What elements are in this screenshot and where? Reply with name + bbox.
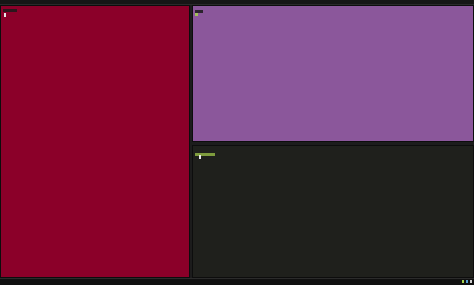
status-chip-3 — [470, 280, 472, 283]
status-right — [462, 280, 472, 283]
pane-left-header — [3, 9, 17, 12]
terminal-pane-bottom-right[interactable] — [192, 145, 474, 278]
terminal-cursor — [4, 13, 6, 17]
pane-tr-indicator — [195, 13, 198, 16]
terminal-pane-top-right[interactable] — [192, 5, 474, 142]
terminal-pane-left[interactable] — [0, 5, 190, 278]
prompt-path-line — [195, 153, 215, 156]
status-chip-1 — [462, 280, 464, 283]
terminal-cursor — [199, 155, 201, 159]
status-chip-2 — [466, 280, 468, 283]
